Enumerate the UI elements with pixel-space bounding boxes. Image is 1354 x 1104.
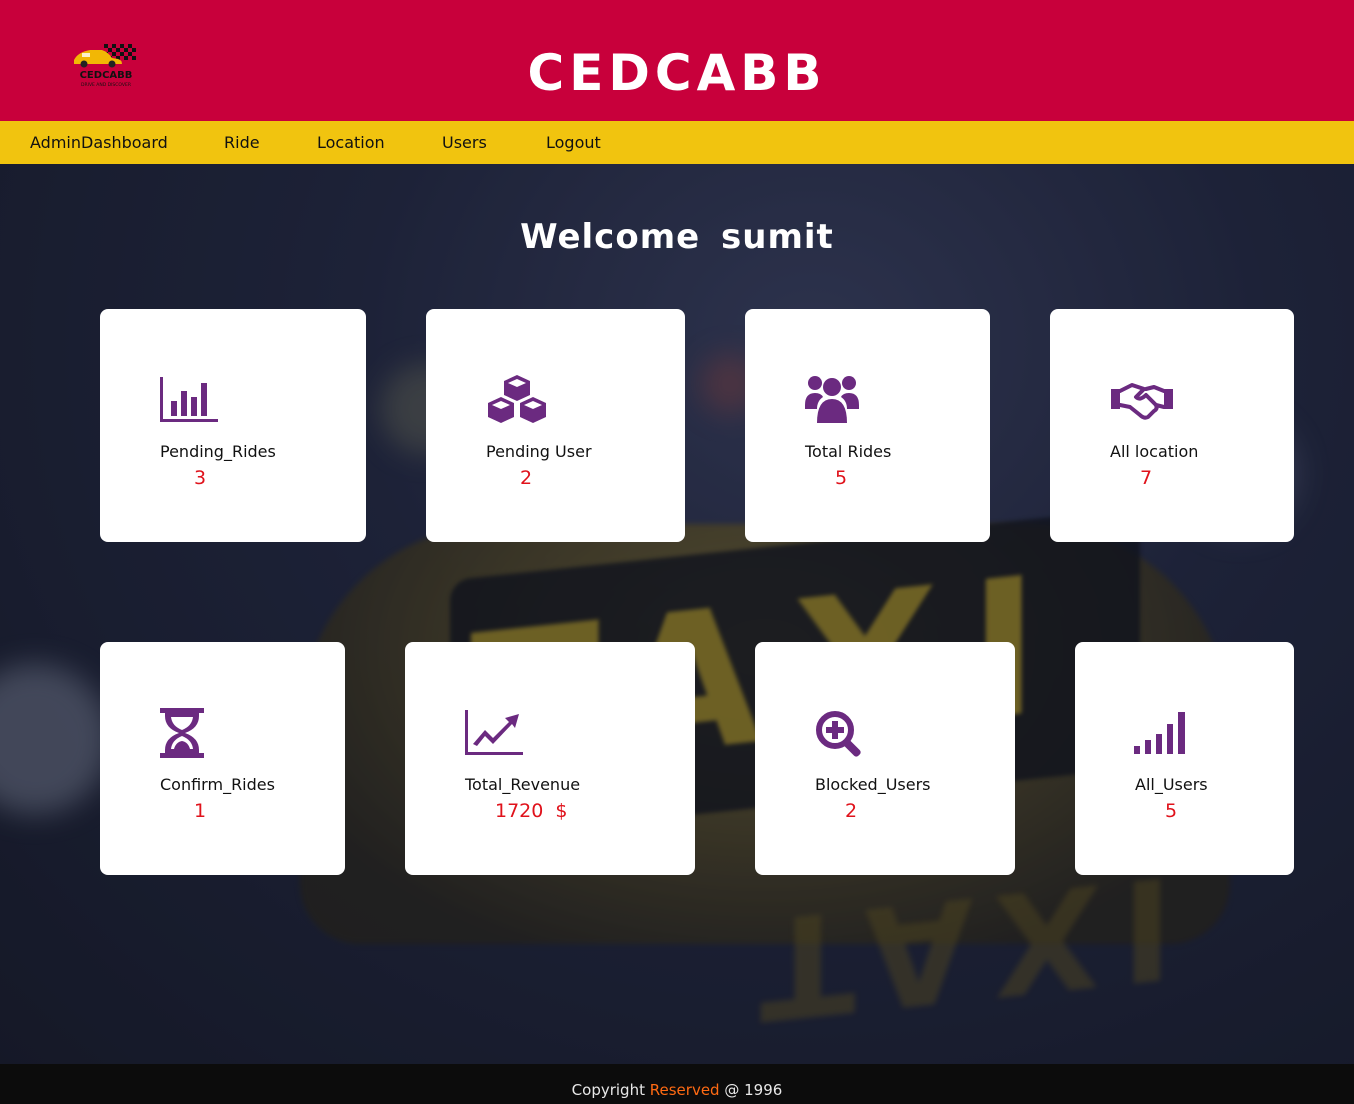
card-total-rides[interactable]: Total Rides 5	[745, 309, 990, 542]
cubes-icon	[486, 375, 548, 429]
welcome-username: sumit	[721, 217, 834, 257]
nav-admin-dashboard[interactable]: AdminDashboard	[30, 121, 168, 164]
card-blocked-users[interactable]: Blocked_Users 2	[755, 642, 1015, 875]
welcome-word: Welcome	[520, 217, 701, 257]
card-value: 2	[520, 467, 533, 489]
search-plus-icon	[815, 710, 863, 762]
card-all-users[interactable]: All_Users 5	[1075, 642, 1294, 875]
site-header: CEDCABB DRIVE AND DISCOVER CEDCABB	[0, 0, 1354, 121]
card-label: All_Users	[1135, 775, 1208, 794]
card-label: Pending_Rides	[160, 442, 276, 461]
handshake-icon	[1110, 381, 1174, 425]
card-label: Total_Revenue	[465, 775, 581, 794]
site-title: CEDCABB	[527, 44, 827, 102]
card-label: Confirm_Rides	[160, 775, 275, 794]
card-total-revenue[interactable]: Total_Revenue 1720 $	[405, 642, 695, 875]
card-value: 7	[1140, 467, 1153, 489]
card-label: Pending User	[486, 442, 592, 461]
nav-location[interactable]: Location	[317, 121, 385, 164]
bar-chart-icon	[160, 377, 218, 427]
footer-year: @ 1996	[724, 1081, 783, 1099]
signal-icon	[1134, 712, 1186, 758]
site-footer: Copyright Reserved @ 1996	[0, 1064, 1354, 1104]
card-value: 3	[194, 467, 207, 489]
card-value: 5	[1165, 800, 1178, 822]
line-chart-icon	[465, 710, 523, 760]
card-label: All location	[1110, 442, 1199, 461]
card-label: Total Rides	[805, 442, 892, 461]
main-nav: AdminDashboard Ride Location Users Logou…	[0, 121, 1354, 164]
card-label: Blocked_Users	[815, 775, 931, 794]
footer-copyright: Copyright	[571, 1081, 645, 1099]
nav-users[interactable]: Users	[442, 121, 487, 164]
card-pending-rides[interactable]: Pending_Rides 3	[100, 309, 366, 542]
card-value: 2	[845, 800, 858, 822]
hero-background: TAXI TAXI	[0, 164, 1354, 1064]
users-group-icon	[805, 375, 859, 429]
nav-logout[interactable]: Logout	[546, 121, 601, 164]
hourglass-icon	[160, 708, 204, 762]
footer-reserved: Reserved	[649, 1081, 720, 1099]
card-all-location[interactable]: All location 7	[1050, 309, 1294, 542]
card-pending-user[interactable]: Pending User 2	[426, 309, 685, 542]
card-value: 1	[194, 800, 207, 822]
card-value: 5	[835, 467, 848, 489]
nav-ride[interactable]: Ride	[224, 121, 260, 164]
card-value: 1720 $	[495, 800, 568, 822]
welcome-heading: Welcome sumit	[0, 214, 1354, 260]
card-confirm-rides[interactable]: Confirm_Rides 1	[100, 642, 345, 875]
hero-shade	[0, 164, 1354, 1064]
